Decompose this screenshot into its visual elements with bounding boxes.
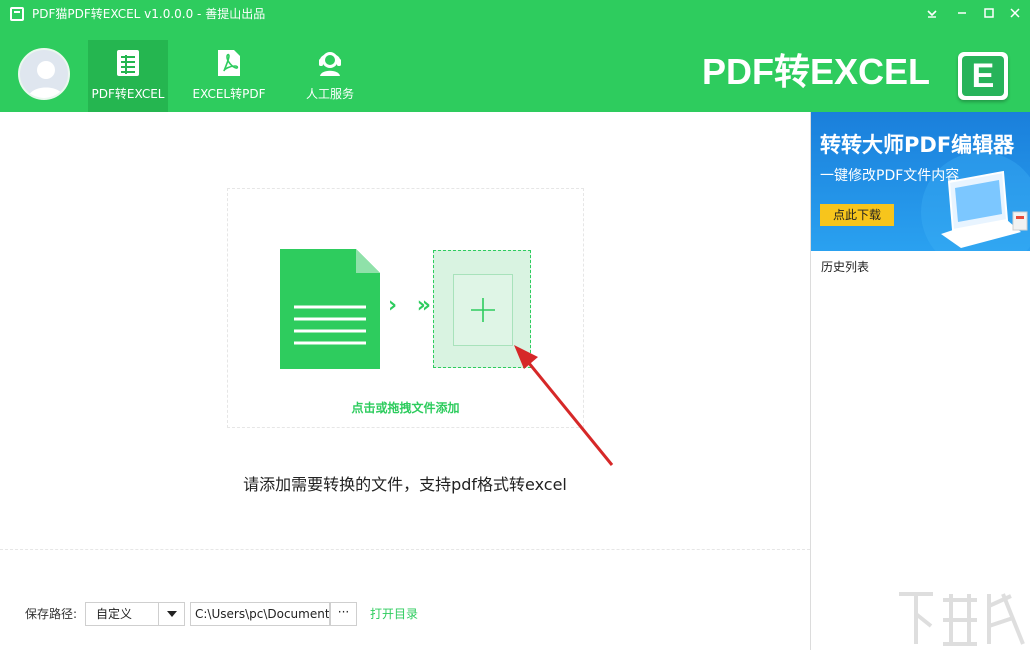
maximize-icon[interactable] [977,2,1001,24]
app-header: PDF猫PDF转EXCEL v1.0.0.0 - 善提山出品 PDF转EXCEL… [0,0,1030,112]
save-path-input[interactable]: C:\Users\pc\Documents [190,602,330,626]
banner-title: 转转大师PDF编辑器 [820,133,1015,157]
watermark-logo [893,586,1030,650]
save-mode-select[interactable]: 自定义 [85,602,185,626]
download-button[interactable]: 点此下载 [820,204,894,226]
select-dropdown[interactable] [158,603,184,625]
user-avatar[interactable] [18,48,70,100]
tab-customer-service[interactable]: 人工服务 [292,40,368,112]
window-title: PDF猫PDF转EXCEL v1.0.0.0 - 善提山出品 [32,7,266,21]
tab-pdf-to-excel[interactable]: PDF转EXCEL [88,40,168,112]
customer-service-icon [317,49,343,77]
ad-banner[interactable]: 转转大师PDF编辑器 一键修改PDF文件内容 点此下载 [811,112,1030,251]
dropdown-icon[interactable] [920,2,944,24]
close-icon[interactable] [1003,2,1027,24]
app-logo-icon [10,7,24,21]
tab-excel-to-pdf[interactable]: EXCEL转PDF [188,40,270,112]
plus-icon [469,296,497,324]
divider [0,549,810,550]
main-area: › » 点击或拖拽文件添加 请添加需要转换的文件，支持pdf格式转excel 保… [0,112,810,650]
save-path-label: 保存路径: [25,607,78,621]
excel-logo-letter: E [962,56,1004,96]
history-list-title: 历史列表 [821,260,870,274]
open-directory-link[interactable]: 打开目录 [370,606,418,622]
pdf-icon [216,49,242,77]
excel-logo: E [958,52,1008,100]
caret-down-icon [167,611,177,617]
right-panel: 转转大师PDF编辑器 一键修改PDF文件内容 点此下载 历史列表 [810,112,1030,650]
browse-button[interactable]: ··· [330,602,357,626]
minimize-icon[interactable] [950,2,974,24]
tab-label: EXCEL转PDF [192,87,266,101]
brand-wordmark: PDF转EXCEL [702,51,931,92]
arrow-chevrons: › » [388,293,437,318]
add-file-inner [453,274,513,346]
save-path-bar: 保存路径: 自定义 C:\Users\pc\Documents ··· 打开目录 [0,600,810,628]
banner-subtitle: 一键修改PDF文件内容 [820,168,960,184]
save-mode-value: 自定义 [96,607,133,621]
document-icon [280,249,380,369]
spreadsheet-icon [115,49,141,77]
instruction-text: 请添加需要转换的文件，支持pdf格式转excel [243,475,567,494]
title-bar: PDF猫PDF转EXCEL v1.0.0.0 - 善提山出品 [0,0,1030,28]
tab-label: 人工服务 [305,87,354,101]
tab-label: PDF转EXCEL [91,87,165,101]
